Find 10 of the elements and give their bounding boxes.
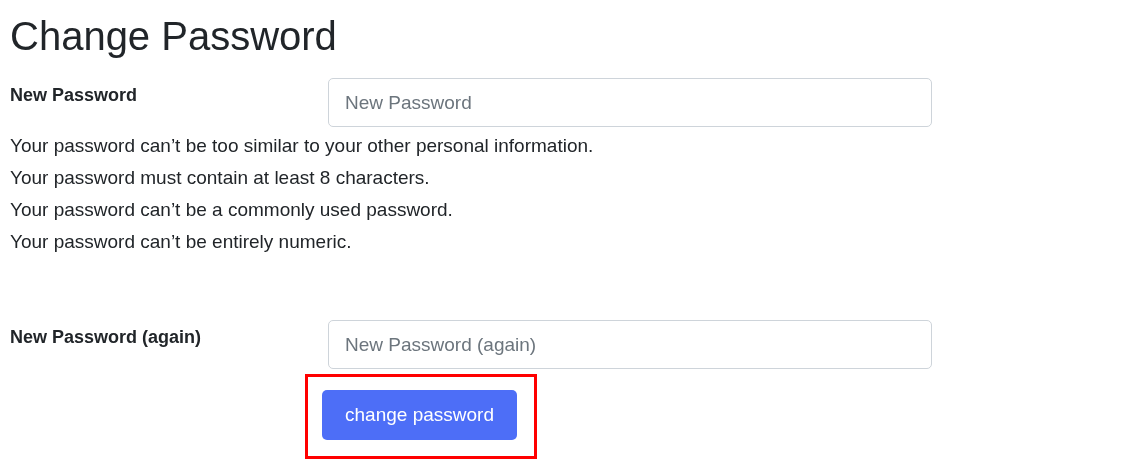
field-label: New Password (10, 85, 138, 105)
change-password-button[interactable]: change password (322, 390, 517, 440)
help-text: Your password can’t be entirely numeric. (10, 230, 352, 254)
password-field[interactable]: New Password (328, 78, 932, 127)
help-text: Your password must contain at least 8 characters. (10, 166, 430, 190)
help-text: Your password can’t be too similar to your other personal information. (10, 134, 594, 158)
password-field[interactable]: New Password (again) (328, 320, 932, 369)
field-label: New Password (again) (10, 327, 202, 347)
help-text: Your password can’t be a commonly used password. (10, 198, 453, 222)
page-title: Change Password (10, 13, 337, 60)
